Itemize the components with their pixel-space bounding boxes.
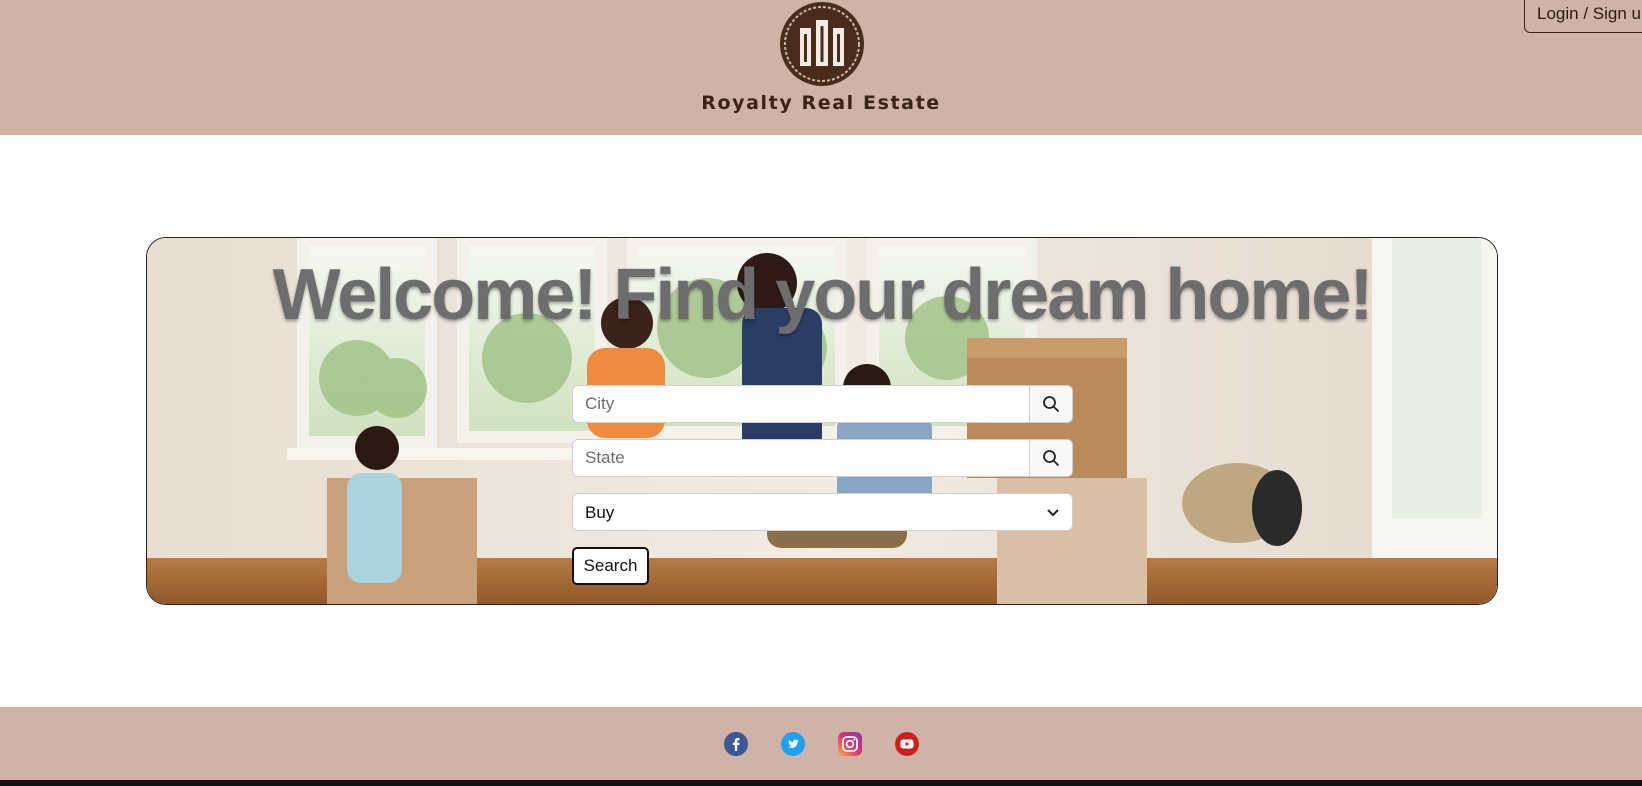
state-search-group bbox=[572, 439, 1073, 477]
brand-name: Royalty Real Estate bbox=[701, 92, 941, 114]
city-search-group bbox=[572, 385, 1073, 423]
search-button[interactable]: Search bbox=[572, 547, 649, 585]
instagram-icon[interactable] bbox=[838, 732, 862, 756]
hero-title: Welcome! Find your dream home! bbox=[272, 255, 1374, 335]
search-icon bbox=[1043, 396, 1059, 412]
footer-bottom-bar bbox=[0, 780, 1642, 786]
state-input[interactable] bbox=[573, 440, 1030, 476]
hero-search-panel: Welcome! Find your dream home! Buy Searc… bbox=[146, 237, 1498, 605]
listing-type-select[interactable]: Buy bbox=[572, 493, 1073, 531]
state-search-button[interactable] bbox=[1029, 440, 1072, 476]
site-footer bbox=[0, 707, 1642, 781]
city-search-button[interactable] bbox=[1029, 386, 1072, 422]
building-crest-icon[interactable] bbox=[778, 0, 866, 88]
site-header: Royalty Real Estate Login / Sign up bbox=[0, 0, 1642, 135]
login-signup-button[interactable]: Login / Sign up bbox=[1524, 0, 1642, 33]
youtube-icon[interactable] bbox=[895, 732, 919, 756]
listing-type-value: Buy bbox=[585, 503, 615, 522]
facebook-icon[interactable] bbox=[724, 732, 748, 756]
twitter-icon[interactable] bbox=[781, 732, 805, 756]
city-input[interactable] bbox=[573, 386, 1030, 422]
chevron-down-icon bbox=[1047, 509, 1059, 517]
search-icon bbox=[1043, 450, 1059, 466]
